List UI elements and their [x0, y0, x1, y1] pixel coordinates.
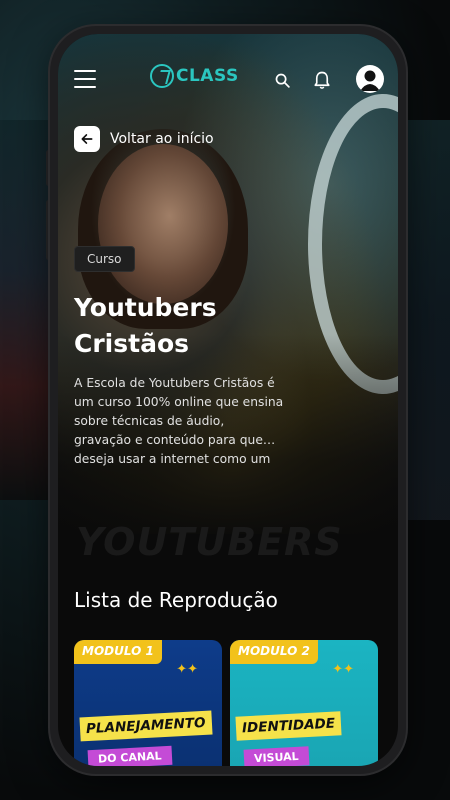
hamburger-icon[interactable] — [74, 70, 96, 88]
module-subtitle: VISUAL — [243, 746, 310, 766]
arrow-left-icon[interactable] — [74, 126, 100, 152]
course-type-badge: Curso — [74, 246, 135, 272]
phone-frame: CLASS Voltar ao início Curso Youtubers C… — [50, 26, 406, 774]
playlist-title: Lista de Reprodução — [74, 588, 278, 612]
hero-face — [98, 144, 228, 304]
module-tag: MODULO 2 — [230, 640, 318, 664]
course-description: A Escola de Youtubers Cristãos é um curs… — [74, 376, 284, 466]
sparkle-icon: ✦✦ — [332, 662, 354, 677]
module-tag: MODULO 1 — [74, 640, 162, 664]
course-title: Youtubers Cristãos — [74, 293, 217, 358]
sparkle-icon: ✦✦ — [176, 662, 198, 677]
module-title: IDENTIDADE — [235, 711, 342, 741]
module-card-2[interactable]: MODULO 2 ✦✦ IDENTIDADE VISUAL — [230, 640, 378, 766]
app-logo[interactable]: CLASS — [150, 64, 239, 88]
search-icon[interactable] — [270, 68, 294, 92]
back-label[interactable]: Voltar ao início — [110, 131, 214, 147]
app-screen: CLASS Voltar ao início Curso Youtubers C… — [58, 34, 398, 766]
module-subtitle: DO CANAL — [87, 745, 173, 766]
module-list: MODULO 1 ✦✦ PLANEJAMENTO DO CANAL MODULO… — [74, 640, 378, 766]
logo-mark-icon — [150, 64, 174, 88]
back-to-home-link[interactable]: Voltar ao início — [74, 126, 214, 152]
logo-text: CLASS — [176, 66, 239, 86]
bell-icon[interactable] — [310, 68, 334, 92]
module-card-1[interactable]: MODULO 1 ✦✦ PLANEJAMENTO DO CANAL — [74, 640, 222, 766]
background-right-panel — [400, 120, 450, 520]
module-title: PLANEJAMENTO — [79, 710, 213, 742]
user-avatar-icon[interactable] — [356, 65, 384, 93]
course-watermark: YOUTUBERS — [76, 520, 343, 564]
top-bar: CLASS — [58, 56, 398, 106]
